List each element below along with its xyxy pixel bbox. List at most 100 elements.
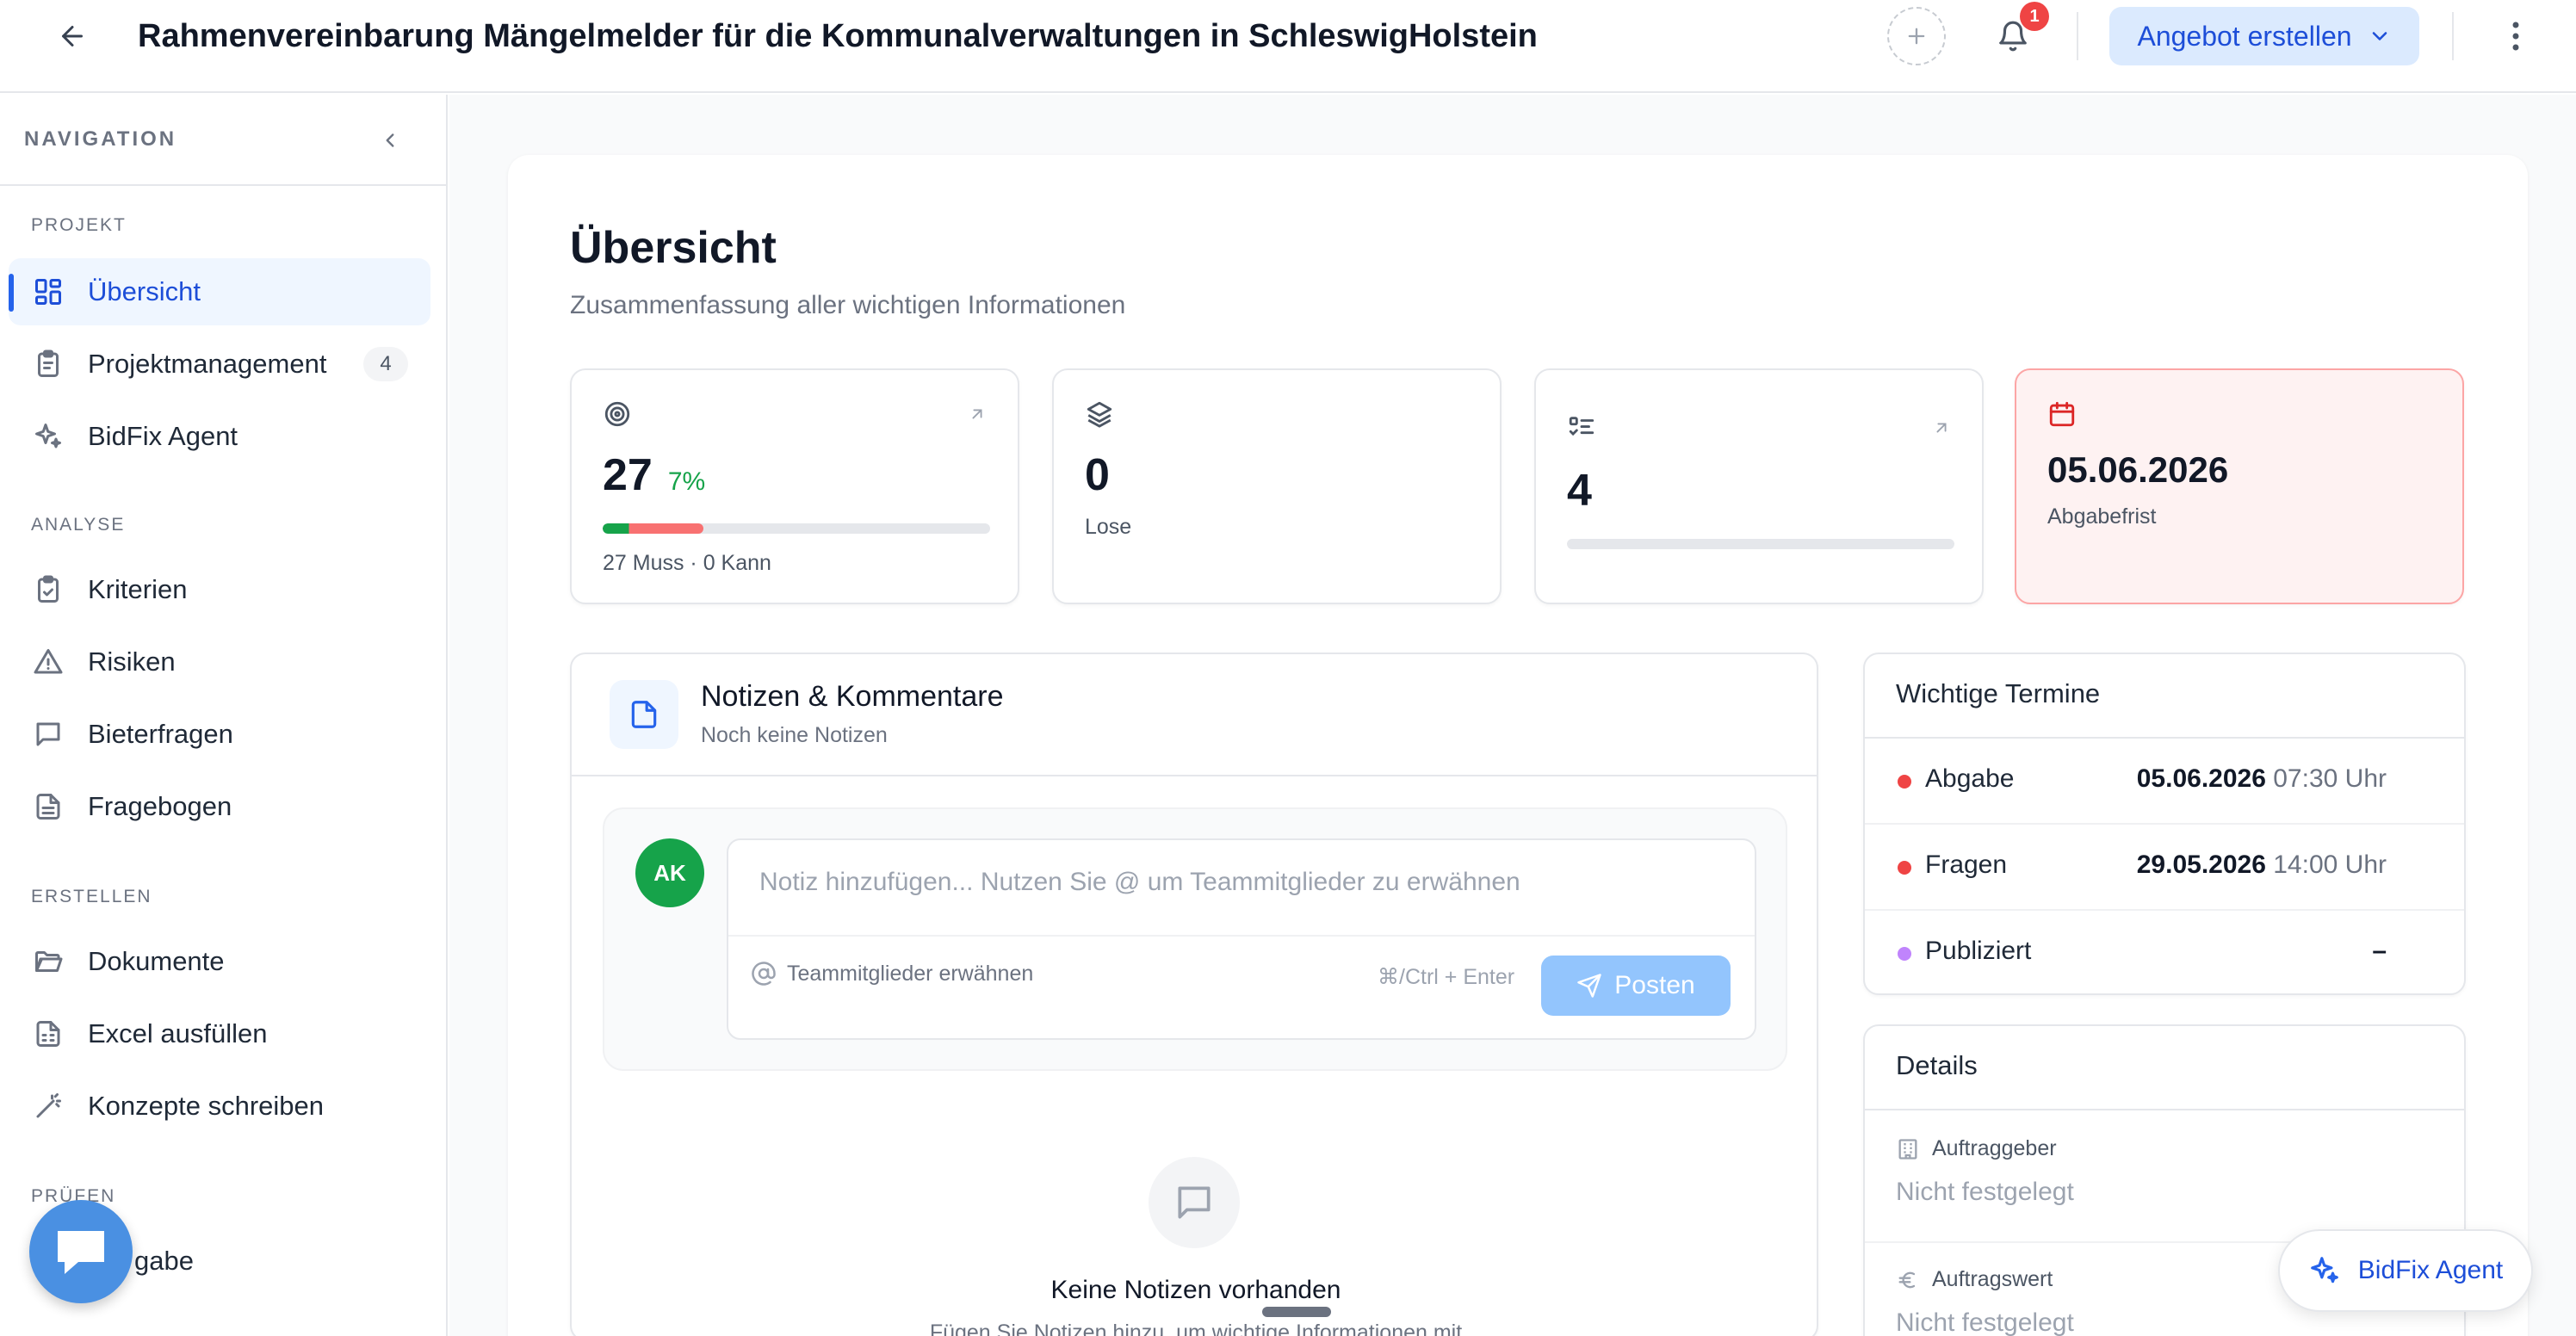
chevron-down-icon: [2372, 32, 2387, 40]
divider: [572, 775, 1817, 776]
file-spreadsheet-icon: [31, 1017, 65, 1051]
layers-icon: [1085, 399, 1114, 429]
sidebar-item-fragebogen[interactable]: Fragebogen: [9, 773, 430, 840]
lots-caption: Lose: [1085, 515, 1132, 539]
date-label: Abgabe: [1925, 764, 2015, 793]
status-dot: [1898, 861, 1911, 875]
post-button[interactable]: Posten: [1541, 956, 1731, 1016]
mention-button[interactable]: Teammitglieder erwähnen: [751, 961, 1033, 987]
sidebar-item-label: Fragebogen: [88, 791, 232, 821]
status-dot: [1898, 947, 1911, 961]
file-text-icon: [31, 789, 65, 824]
wand-icon: [31, 1089, 65, 1123]
sidebar-item-label: Dokumente: [88, 946, 225, 976]
sidebar-item-label: Übersicht: [88, 276, 201, 306]
important-dates-panel: Wichtige Termine Abgabe 05.06.2026 07:30 …: [1863, 653, 2466, 995]
stat-card-criteria[interactable]: 27 7% 27 Muss · 0 Kann: [570, 368, 1019, 604]
date-value: 29.05.2026: [2136, 850, 2266, 879]
criteria-progress-fill: [603, 523, 703, 534]
date-value: 05.06.2026: [2136, 764, 2266, 793]
post-label: Posten: [1614, 971, 1695, 999]
collapse-sidebar-button[interactable]: [372, 122, 408, 158]
stat-card-lots[interactable]: 0 Lose: [1052, 368, 1502, 604]
stat-card-deadline[interactable]: 05.06.2026 Abgabefrist: [2015, 368, 2464, 604]
criteria-progress-bar: [603, 523, 990, 534]
section-title: Übersicht: [570, 223, 777, 273]
date-row: Fragen 29.05.2026 14:00 Uhr: [1865, 825, 2464, 911]
criteria-caption: 27 Muss · 0 Kann: [603, 551, 771, 575]
value-label: Auftragswert: [1932, 1267, 2053, 1291]
bidfix-agent-button[interactable]: BidFix Agent: [2278, 1229, 2533, 1312]
message-square-icon: [1178, 1186, 1211, 1219]
client-label: Auftraggeber: [1932, 1136, 2057, 1160]
send-icon: [1577, 974, 1602, 998]
sidebar-item-label: Excel ausfüllen: [88, 1018, 268, 1048]
clipboard-check-icon: [31, 572, 65, 607]
building-icon: [1898, 1138, 1917, 1160]
date-value-wrap: 05.06.2026 07:30 Uhr: [2137, 764, 2387, 794]
more-options-button[interactable]: [2497, 12, 2535, 60]
sidebar-item-label: Kriterien: [88, 574, 188, 604]
sidebar-item-konzepte[interactable]: Konzepte schreiben: [9, 1073, 430, 1140]
sidebar-item-risiken[interactable]: Risiken: [9, 628, 430, 696]
mention-label: Teammitglieder erwähnen: [787, 961, 1034, 986]
lots-count: 0: [1085, 450, 1110, 500]
date-value-wrap: 29.05.2026 14:00 Uhr: [2137, 850, 2387, 880]
clipboard-icon: [31, 347, 65, 381]
arrow-left-icon: [62, 26, 83, 46]
section-label-projekt: PROJEKT: [31, 215, 127, 235]
chevron-left-icon: [386, 133, 394, 147]
empty-state-icon: [1149, 1157, 1240, 1248]
support-chat-button[interactable]: [29, 1200, 133, 1303]
note-input[interactable]: Notiz hinzufügen... Nutzen Sie @ um Team…: [759, 868, 1520, 897]
empty-state-title: Keine Notizen vorhanden: [1050, 1276, 1341, 1304]
sidebar-item-dokumente[interactable]: Dokumente: [9, 928, 430, 995]
chat-bubble-icon: [58, 1231, 104, 1274]
bidfix-agent-label: BidFix Agent: [2357, 1256, 2504, 1284]
layout-grid-icon: [31, 275, 65, 309]
date-row: Publiziert –: [1865, 911, 2464, 993]
sidebar-item-uebersicht[interactable]: Übersicht: [9, 258, 430, 325]
date-value-wrap: –: [2372, 937, 2387, 966]
status-dot: [1898, 775, 1911, 789]
folder-open-icon: [31, 944, 65, 979]
divider: [2452, 12, 2454, 60]
sidebar-item-kriterien[interactable]: Kriterien: [9, 556, 430, 623]
client-label-row: Auftraggeber: [1896, 1136, 2057, 1161]
stat-card-questions[interactable]: 4: [1534, 368, 1984, 604]
sidebar-item-label: Konzepte schreiben: [88, 1091, 325, 1121]
more-vertical-icon: [2512, 22, 2519, 51]
sidebar-header: NAVIGATION: [0, 95, 446, 186]
sparkles-icon: [31, 419, 65, 454]
sidebar-item-excel[interactable]: Excel ausfüllen: [9, 1000, 430, 1067]
value-label-row: Auftragswert: [1896, 1267, 2053, 1292]
questions-count: 4: [1567, 466, 1592, 516]
page-title: Rahmenvereinbarung Mängelmelder für die …: [138, 18, 1538, 54]
sidebar-item-bieterfragen[interactable]: Bieterfragen: [9, 701, 430, 768]
message-square-icon: [31, 717, 65, 752]
create-offer-button[interactable]: Angebot erstellen: [2109, 7, 2419, 65]
divider: [2077, 12, 2078, 60]
file-icon: [631, 701, 657, 728]
sidebar-item-label: gabe: [134, 1246, 194, 1276]
section-label-analyse: ANALYSE: [31, 515, 126, 535]
date-label: Fragen: [1925, 850, 2008, 879]
avatar: AK: [635, 838, 704, 907]
scroll-indicator[interactable]: [1262, 1307, 1331, 1317]
sidebar-item-bidfix-agent[interactable]: BidFix Agent: [9, 403, 430, 470]
date-row: Abgabe 05.06.2026 07:30 Uhr: [1865, 739, 2464, 825]
sidebar: NAVIGATION PROJEKT Übersicht Projektmana…: [0, 95, 448, 1336]
target-icon: [603, 399, 632, 429]
shortcut-hint: ⌘/Ctrl + Enter: [1378, 965, 1515, 989]
criteria-count: 27: [603, 450, 653, 500]
section-subtitle: Zusammenfassung aller wichtigen Informat…: [570, 291, 1126, 319]
note-input-box: Notiz hinzufügen... Nutzen Sie @ um Team…: [727, 838, 1756, 1040]
back-button[interactable]: [48, 15, 96, 57]
create-offer-label: Angebot erstellen: [2137, 20, 2352, 52]
notes-subtitle: Noch keine Notizen: [701, 723, 888, 747]
sidebar-item-label: Risiken: [88, 646, 176, 677]
empty-state-text: Fügen Sie Notizen hinzu, um wichtige Inf…: [929, 1321, 1463, 1336]
add-member-button[interactable]: [1887, 7, 1946, 65]
sidebar-item-projektmanagement[interactable]: Projektmanagement 4: [9, 331, 430, 398]
divider: [728, 935, 1755, 937]
